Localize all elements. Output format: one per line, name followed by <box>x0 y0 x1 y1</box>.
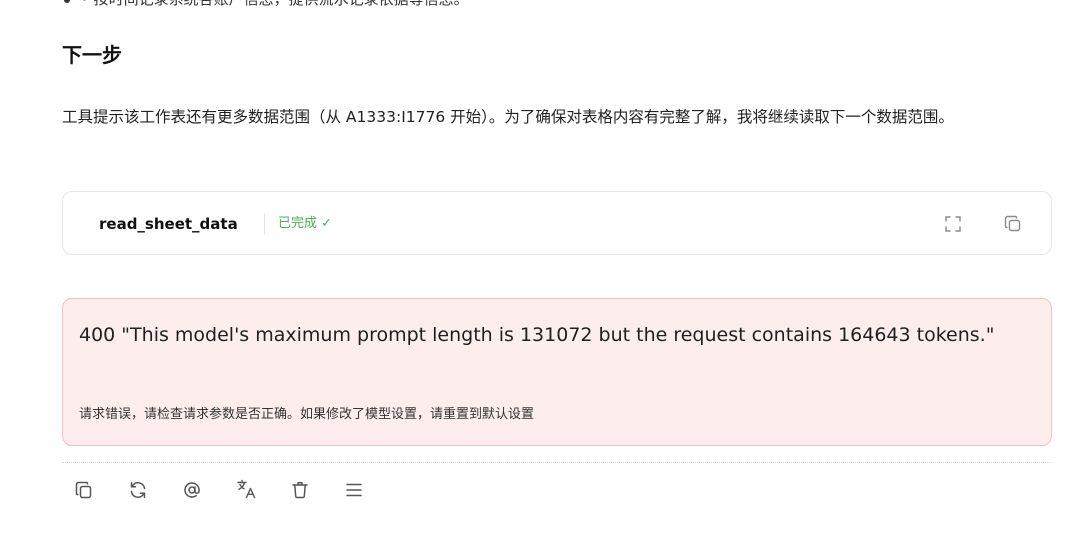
copy-icon[interactable] <box>1003 214 1023 234</box>
copy-icon[interactable] <box>74 480 94 500</box>
more-menu-icon[interactable] <box>344 480 364 500</box>
expand-icon[interactable] <box>943 214 963 234</box>
error-hint: 请求错误，请检查请求参数是否正确。如果修改了模型设置，请重置到默认设置 <box>79 407 535 422</box>
error-card: 400 "This model's maximum prompt length … <box>62 298 1052 446</box>
tool-name: read_sheet_data <box>99 215 238 233</box>
tool-divider <box>264 213 265 235</box>
regenerate-icon[interactable] <box>128 480 148 500</box>
section-paragraph: 工具提示该工作表还有更多数据范围（从 A1333:I1776 开始）。为了确保对… <box>62 108 954 126</box>
previous-list-text: • 按时间记录系统各账户信息，提供流水记录依据等信息。 <box>80 0 469 8</box>
previous-list-item: • 按时间记录系统各账户信息，提供流水记录依据等信息。 <box>64 0 1064 11</box>
translate-icon[interactable] <box>236 478 258 500</box>
bullet-icon <box>64 0 70 3</box>
section-title: 下一步 <box>62 43 122 67</box>
tool-call-card[interactable]: read_sheet_data 已完成 ✓ <box>62 191 1052 255</box>
actions-divider <box>62 462 1052 463</box>
error-message: 400 "This model's maximum prompt length … <box>79 324 995 346</box>
mention-icon[interactable] <box>182 480 202 500</box>
delete-icon[interactable] <box>290 480 310 500</box>
tool-status-badge: 已完成 ✓ <box>278 216 333 231</box>
